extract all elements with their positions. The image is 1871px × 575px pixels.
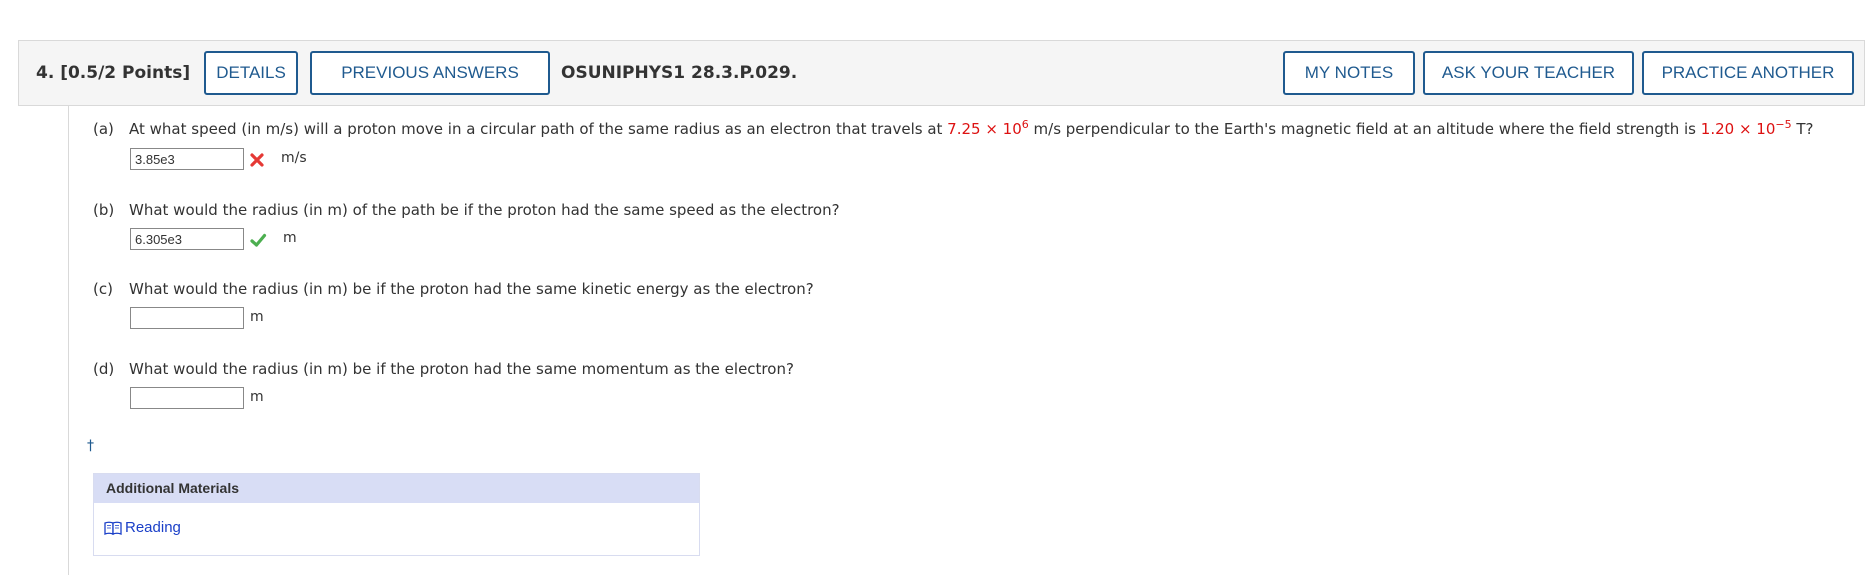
details-button[interactable]: DETAILS — [204, 51, 298, 95]
field-strength-value: 1.20 × 10−5 — [1700, 118, 1792, 138]
part-a-answer-input[interactable] — [130, 148, 244, 170]
question-header: 4. [0.5/2 Points] DETAILS PREVIOUS ANSWE… — [18, 40, 1865, 106]
part-c-text: What would the radius (in m) be if the p… — [129, 280, 814, 298]
reading-link[interactable]: Reading — [104, 519, 181, 536]
practice-another-button[interactable]: PRACTICE ANOTHER — [1642, 51, 1854, 95]
question-body: (a) At what speed (in m/s) will a proton … — [68, 106, 1866, 575]
additional-materials-panel: Additional Materials Reading — [93, 473, 700, 556]
part-d-question: (d) What would the radius (in m) be if th… — [93, 360, 794, 378]
part-b-answer-input[interactable] — [130, 228, 244, 250]
part-a-question: (a) At what speed (in m/s) will a proton … — [93, 118, 1814, 138]
my-notes-button[interactable]: MY NOTES — [1283, 51, 1415, 95]
part-a-letter: (a) — [93, 120, 114, 138]
problem-id: OSUNIPHYS1 28.3.P.029. — [561, 63, 798, 83]
question-points-label: 4. [0.5/2 Points] — [36, 63, 191, 83]
part-d-letter: (d) — [93, 360, 115, 378]
part-b-question: (b) What would the radius (in m) of the p… — [93, 201, 840, 219]
part-c-unit: m — [250, 309, 264, 325]
part-d-answer-input[interactable] — [130, 387, 244, 409]
part-a-text-pre: At what speed (in m/s) will a proton mov… — [129, 120, 948, 138]
book-icon — [104, 521, 122, 535]
part-d-unit: m — [250, 389, 264, 405]
part-a-text-post: T? — [1791, 120, 1814, 138]
part-a-unit: m/s — [281, 150, 307, 166]
previous-answers-button[interactable]: PREVIOUS ANSWERS — [310, 51, 550, 95]
part-b-letter: (b) — [93, 201, 115, 219]
part-d-text: What would the radius (in m) be if the p… — [129, 360, 794, 378]
electron-speed-value: 7.25 × 106 — [947, 118, 1029, 138]
part-a-text-mid: m/s perpendicular to the Earth's magneti… — [1028, 120, 1701, 138]
part-c-letter: (c) — [93, 280, 113, 298]
additional-materials-title: Additional Materials — [94, 474, 699, 503]
correct-check-icon — [250, 233, 267, 247]
part-b-text: What would the radius (in m) of the path… — [129, 201, 840, 219]
incorrect-x-icon — [250, 153, 264, 167]
ask-your-teacher-button[interactable]: ASK YOUR TEACHER — [1423, 51, 1634, 95]
part-c-question: (c) What would the radius (in m) be if th… — [93, 280, 814, 298]
reading-label: Reading — [125, 519, 181, 536]
part-b-unit: m — [283, 230, 297, 246]
footnote-dagger: † — [87, 438, 94, 454]
part-c-answer-input[interactable] — [130, 307, 244, 329]
